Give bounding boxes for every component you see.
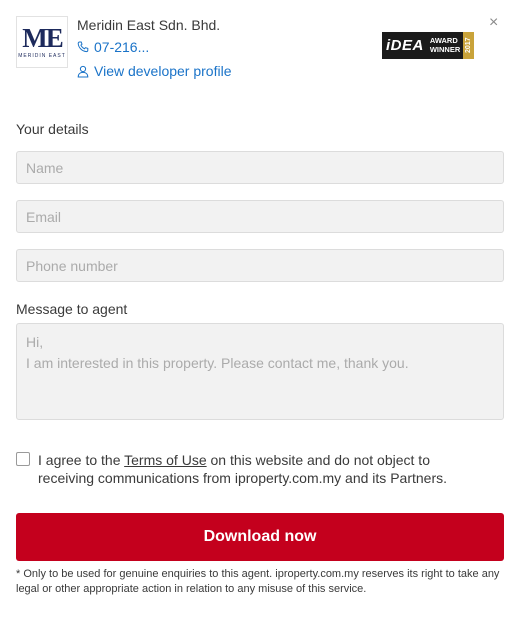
message-textarea[interactable] [16, 323, 504, 420]
person-icon [77, 65, 89, 78]
terms-of-use-link[interactable]: Terms of Use [124, 452, 206, 468]
agent-phone-number: 07-216... [94, 39, 150, 55]
your-details-heading: Your details [16, 121, 89, 137]
award-year: 2017 [463, 32, 475, 59]
disclaimer-text: * Only to be used for genuine enquiries … [16, 568, 500, 595]
consent-text: I agree to the Terms of Use on this webs… [38, 451, 478, 487]
message-to-agent-heading: Message to agent [16, 301, 128, 317]
award-text: AWARD WINNER [427, 32, 464, 59]
view-developer-profile-link[interactable]: View developer profile [77, 63, 232, 79]
agency-logo-mark: ME [22, 22, 63, 53]
idea-award-badge: iDEA AWARD WINNER 2017 [382, 32, 488, 59]
agent-phone-link[interactable]: 07-216... [77, 39, 149, 55]
agency-logo: ME MERIDIN EAST [16, 16, 68, 68]
name-input[interactable] [16, 151, 504, 184]
download-now-button[interactable]: Download now [16, 513, 504, 561]
phone-icon [77, 41, 89, 53]
close-icon[interactable]: × [489, 15, 498, 31]
email-input[interactable] [16, 200, 504, 233]
terms-agree-checkbox[interactable] [16, 452, 30, 466]
agency-logo-subtext: MERIDIN EAST [18, 52, 66, 59]
view-developer-profile-label: View developer profile [94, 63, 232, 79]
consent-prefix: I agree to the [38, 452, 125, 468]
award-line1: AWARD [429, 36, 458, 45]
award-brand: iDEA [382, 32, 428, 59]
phone-number-input[interactable] [16, 249, 504, 282]
agency-name: Meridin East Sdn. Bhd. [77, 17, 221, 33]
award-line2: WINNER [429, 45, 461, 54]
